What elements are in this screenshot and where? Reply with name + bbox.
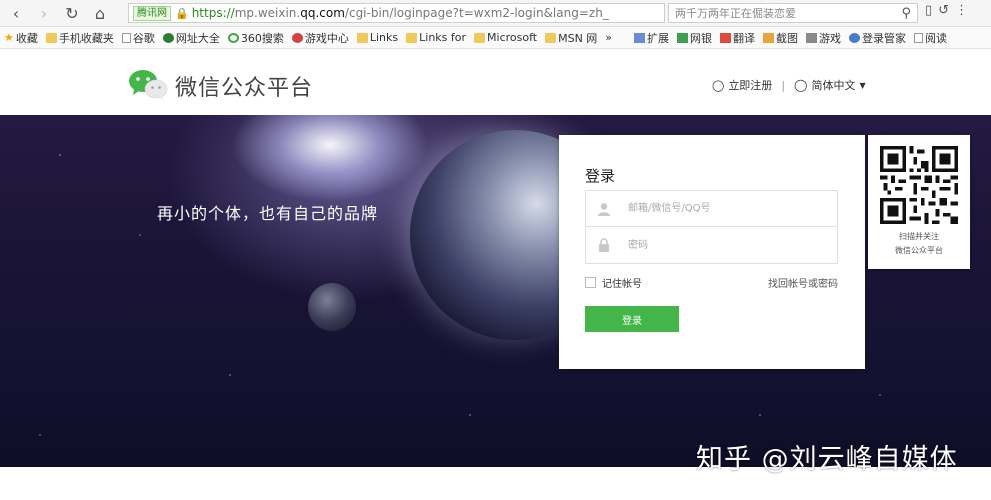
grid-icon [634,33,645,43]
login-title: 登录 [585,167,616,185]
lock-icon: 🔒 [175,6,189,20]
moon-image [308,283,356,331]
phone-icon[interactable]: ▯ [925,3,932,18]
screen: ‹ › ↻ ⌂ 腾讯网 🔒 https:// mp.weixin. qq.com… [0,0,991,500]
url-domain: qq.com [300,6,345,20]
ext-extensions[interactable]: 扩展 [630,28,673,48]
login-card: 登录 记住帐号 找回帐号或密码 登录 [559,135,865,369]
ext-translate[interactable]: 翻译 [716,28,759,48]
star-icon: ★ [4,31,14,44]
home-icon[interactable]: ⌂ [88,1,112,25]
ext-bank[interactable]: 网银 [673,28,716,48]
register-link[interactable]: 立即注册 [728,77,772,93]
bookmark-google[interactable]: 谷歌 [118,28,159,48]
bookmarks-bar: ★ 收藏 手机收藏夹 谷歌 网址大全 360搜索 游戏中心 Links Links… [0,27,991,49]
search-suggestion: 两千万两年正在倔装恋爱 [675,7,796,20]
scissors-icon [763,33,774,43]
folder-icon [356,32,368,43]
bookmark-mobile[interactable]: 手机收藏夹 [42,28,118,48]
lock-icon [586,227,622,263]
bookmark-links[interactable]: Links [353,28,402,48]
browser-toolbar: ‹ › ↻ ⌂ 腾讯网 🔒 https:// mp.weixin. qq.com… [0,0,991,27]
user-icon: ◯ [712,78,725,92]
ext-reader[interactable]: 阅读 [910,28,951,48]
search-circle-icon [227,32,239,43]
ext-games[interactable]: 游戏 [802,28,845,48]
qr-panel: 扫描并关注 微信公众平台 [868,135,970,269]
remember-label[interactable]: 记住帐号 [602,275,642,290]
account-field [585,190,838,227]
folder-icon [406,32,418,43]
folder-icon [474,32,486,43]
toolbar-right: ▯ ↺ ⋮ [925,3,968,18]
folder-icon [545,32,557,43]
site-tag: 腾讯网 [133,5,171,21]
forgot-link[interactable]: 找回帐号或密码 [768,275,838,290]
bookmark-links-for[interactable]: Links for [402,28,470,48]
account-input[interactable] [622,191,837,226]
bookmark-favorites[interactable]: ★ 收藏 [0,28,42,48]
remember-row: 记住帐号 [585,275,642,290]
qr-caption-line2: 微信公众平台 [895,246,943,255]
reload-icon[interactable]: ↻ [60,1,84,25]
remember-checkbox[interactable] [585,277,596,288]
back-icon[interactable]: ‹ [4,1,28,25]
login-button[interactable]: 登录 [585,306,679,332]
key-icon [849,33,860,43]
qr-code-image [880,146,958,224]
url-path: /cgi-bin/loginpage?t=wxm2-login&lang=zh_ [344,6,609,20]
browser-search-box[interactable]: 两千万两年正在倔装恋爱 ⚲ [668,3,918,23]
header-nav: ◯ 立即注册 | ◯ 简体中文 ▼ [712,77,866,93]
extensions-bar: 扩展 网银 翻译 截图 游戏 登录管家 阅读 [630,27,951,48]
bookmark-microsoft[interactable]: Microsoft [470,28,541,48]
globe-icon: ◯ [794,78,808,92]
qr-caption-line1: 扫描并关注 [899,232,939,241]
search-icon[interactable]: ⚲ [901,6,911,21]
bookmark-games[interactable]: 游戏中心 [288,28,353,48]
bookmark-msn[interactable]: MSN 网 [541,28,601,48]
gamepad-icon [806,33,817,43]
game-icon [291,32,303,43]
url-host-prefix: mp.weixin. [234,6,301,20]
user-icon [586,191,622,226]
bank-icon [677,33,688,43]
password-input[interactable] [622,227,837,263]
url-scheme: https:// [191,6,235,20]
undo-icon[interactable]: ↺ [938,3,949,18]
watermark: 知乎 @刘云峰自媒体 [696,444,958,475]
ext-screenshot[interactable]: 截图 [759,28,802,48]
caret-down-icon[interactable]: ▼ [859,81,865,90]
globe-icon [162,32,174,43]
book-icon [914,33,923,43]
wechat-logo-icon[interactable] [128,68,168,100]
ext-login-manager[interactable]: 登录管家 [845,28,910,48]
bookmark-hao[interactable]: 网址大全 [159,28,224,48]
divider: | [781,78,786,92]
site-header: 微信公众平台 ◯ 立即注册 | ◯ 简体中文 ▼ [0,50,991,115]
address-bar[interactable]: 腾讯网 🔒 https:// mp.weixin. qq.com /cgi-bi… [128,3,665,23]
site-title: 微信公众平台 [175,76,314,101]
password-field [585,227,838,264]
forward-icon[interactable]: › [32,1,56,25]
folder-icon [45,32,57,43]
hero-banner: 再小的个体，也有自己的品牌 登录 记住帐号 找回帐号或密码 登录 [0,115,991,467]
language-select[interactable]: 简体中文 [811,77,855,93]
menu-icon[interactable]: ⋮ [955,3,968,18]
translate-icon [720,33,731,43]
bookmark-more[interactable]: » [601,28,616,48]
bookmark-360[interactable]: 360搜索 [224,28,288,48]
doc-icon [121,32,131,43]
slogan: 再小的个体，也有自己的品牌 [157,204,379,223]
